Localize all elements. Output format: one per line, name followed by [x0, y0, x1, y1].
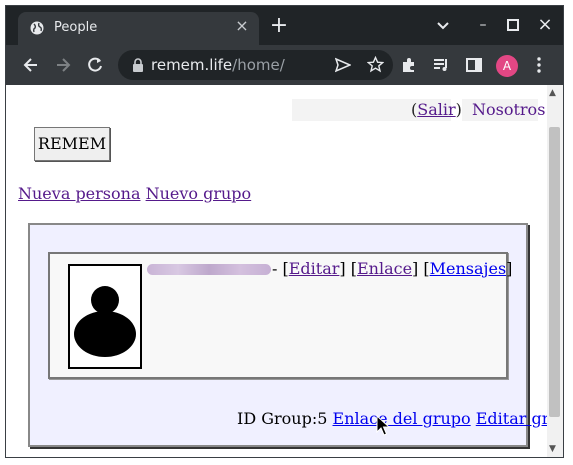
messages-link[interactable]: Mensajes [430, 259, 507, 278]
page-content: (Salir) Nosotros REMEM Nueva persona Nue… [6, 85, 563, 457]
person-silhouette-icon [74, 286, 136, 357]
media-icon[interactable] [431, 55, 451, 75]
about-link[interactable]: Nosotros [472, 100, 545, 119]
close-window-icon[interactable]: × [535, 15, 555, 35]
vertical-scrollbar[interactable]: ▲ ▼ [547, 85, 563, 457]
paren-close: ) [455, 100, 462, 119]
top-links: Nueva persona Nuevo grupo [18, 184, 251, 203]
maximize-icon[interactable] [503, 15, 523, 35]
url-path: /home/ [232, 56, 285, 74]
reload-icon[interactable] [85, 55, 105, 75]
back-icon[interactable] [21, 55, 41, 75]
url-text[interactable]: remem.life/home/ [151, 56, 285, 74]
profile-avatar[interactable]: A [496, 55, 518, 77]
group-id-value: 5 [317, 409, 328, 428]
person-card: - [Editar] [Enlace] [Mensajes] [48, 252, 512, 379]
scroll-thumb[interactable] [549, 127, 560, 417]
title-bar: People × + – × [6, 6, 563, 45]
browser-toolbar: remem.life/home/ A [6, 45, 563, 85]
person-link-link[interactable]: Enlace [357, 259, 412, 278]
url-host: remem.life [151, 56, 233, 74]
forward-icon[interactable] [53, 55, 73, 75]
new-group-link[interactable]: Nuevo grupo [146, 184, 252, 203]
tab-close-icon[interactable]: × [233, 17, 251, 35]
logo-button[interactable]: REMEM [34, 127, 110, 161]
send-icon[interactable] [335, 57, 351, 73]
lock-icon[interactable] [130, 57, 146, 73]
salir-wrapper: (Salir) [411, 100, 462, 119]
group-link-link[interactable]: Enlace del grupo [333, 409, 471, 428]
globe-icon [30, 21, 44, 35]
mouse-cursor-icon [376, 415, 390, 436]
tab-search-icon[interactable] [433, 15, 453, 35]
edit-person-link[interactable]: Editar [289, 259, 340, 278]
minimize-icon[interactable]: – [473, 15, 493, 35]
person-actions: - [Editar] [Enlace] [Mensajes] [272, 259, 513, 278]
group-footer: ID Group:5 Enlace del grupo Editar grupo [237, 409, 563, 428]
group-panel: - [Editar] [Enlace] [Mensajes] ID Group:… [28, 223, 563, 447]
group-id-label: ID Group: [237, 409, 318, 428]
menu-icon[interactable] [529, 55, 549, 75]
star-icon[interactable] [367, 56, 384, 73]
logout-link[interactable]: Salir [417, 100, 455, 119]
tab-title: People [54, 20, 98, 35]
tab-people[interactable]: People × [18, 12, 259, 45]
scroll-down-arrow-icon[interactable]: ▼ [549, 444, 556, 454]
sidebar-icon[interactable] [464, 55, 484, 75]
new-tab-icon[interactable]: + [269, 15, 289, 37]
scroll-up-arrow-icon[interactable]: ▲ [549, 88, 556, 98]
person-name-redacted[interactable] [147, 264, 271, 275]
browser-window: People × + – × remem.life/home/ A (Salir… [5, 5, 564, 458]
address-bar[interactable]: remem.life/home/ [118, 50, 393, 80]
separator: - [272, 259, 278, 278]
person-photo[interactable] [68, 264, 142, 369]
extensions-icon[interactable] [399, 55, 419, 75]
new-person-link[interactable]: Nueva persona [18, 184, 140, 203]
